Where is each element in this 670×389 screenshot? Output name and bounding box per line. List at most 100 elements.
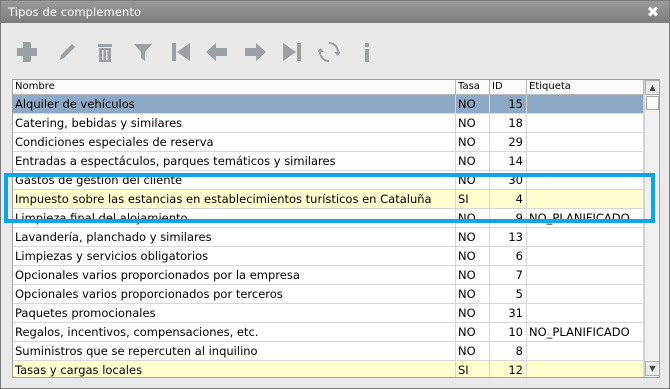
cell-id: 12 — [490, 361, 527, 377]
edit-button[interactable] — [54, 37, 80, 67]
table-row[interactable]: Entradas a espectáculos, parques temátic… — [13, 152, 644, 171]
cell-etiqueta — [527, 190, 644, 209]
table-row[interactable]: Limpiezas y servicios obligatorios NO 6 — [13, 247, 644, 266]
info-button[interactable] — [354, 37, 380, 67]
tipos-de-complemento-window: Tipos de complemento ✖ Nombre Tasa ID Et… — [0, 0, 670, 389]
cell-tasa: SI — [456, 361, 490, 377]
column-header-tasa[interactable]: Tasa — [456, 80, 490, 95]
table-row[interactable]: Impuesto sobre las estancias en establec… — [13, 190, 644, 209]
table-row[interactable]: Condiciones especiales de reserva NO 29 — [13, 133, 644, 152]
cell-id: 18 — [490, 114, 527, 133]
cell-nombre: Paquetes promocionales — [13, 304, 456, 323]
scrollbar-thumb[interactable] — [646, 96, 659, 110]
cell-etiqueta: NO_PLANIFICADO — [527, 323, 644, 342]
first-record-button[interactable] — [168, 37, 194, 67]
column-header-etiqueta[interactable]: Etiqueta — [527, 80, 644, 95]
cell-etiqueta — [527, 171, 644, 190]
cell-tasa: NO — [456, 342, 490, 361]
table-row[interactable]: Catering, bebidas y similares NO 18 — [13, 114, 644, 133]
cell-tasa: NO — [456, 266, 490, 285]
complement-types-grid: Nombre Tasa ID Etiqueta Alquiler de vehí… — [12, 79, 660, 378]
title-bar: Tipos de complemento ✖ — [1, 1, 669, 23]
cell-nombre: Suministros que se repercuten al inquili… — [13, 342, 456, 361]
cell-tasa: NO — [456, 152, 490, 171]
cell-etiqueta — [527, 361, 644, 377]
cell-etiqueta — [527, 114, 644, 133]
table-row[interactable]: Regalos, incentivos, compensaciones, etc… — [13, 323, 644, 342]
table-row[interactable]: Alquiler de vehículos NO 15 — [13, 95, 644, 114]
cell-nombre: Tasas y cargas locales — [13, 361, 456, 377]
cell-tasa: NO — [456, 209, 490, 228]
cell-id: 8 — [490, 342, 527, 361]
cell-nombre: Impuesto sobre las estancias en establec… — [13, 190, 456, 209]
cell-tasa: NO — [456, 323, 490, 342]
table-row[interactable]: Opcionales varios proporcionados por la … — [13, 266, 644, 285]
cell-nombre: Limpiezas y servicios obligatorios — [13, 247, 456, 266]
cell-id: 14 — [490, 152, 527, 171]
close-icon[interactable]: ✖ — [645, 4, 661, 20]
add-button[interactable] — [14, 37, 40, 67]
last-record-button[interactable] — [279, 37, 305, 67]
table-row[interactable]: Lavandería, planchado y similares NO 13 — [13, 228, 644, 247]
table-row[interactable]: Limpieza final del alojamiento NO 9 NO_PLAN… — [13, 209, 644, 228]
cell-etiqueta — [527, 133, 644, 152]
vertical-scrollbar[interactable]: ▲ ▼ — [644, 80, 659, 377]
cell-tasa: NO — [456, 228, 490, 247]
cell-nombre: Gastos de gestión del cliente — [13, 171, 456, 190]
table-row[interactable]: Tasas y cargas locales SI 12 — [13, 361, 644, 377]
cell-nombre: Opcionales varios proporcionados por la … — [13, 266, 456, 285]
cell-tasa: NO — [456, 304, 490, 323]
previous-record-button[interactable] — [204, 37, 230, 67]
cell-id: 30 — [490, 171, 527, 190]
refresh-icon — [318, 42, 340, 62]
cell-nombre: Condiciones especiales de reserva — [13, 133, 456, 152]
cell-nombre: Alquiler de vehículos — [13, 95, 456, 114]
previous-record-icon — [206, 43, 227, 61]
cell-etiqueta — [527, 95, 644, 114]
cell-tasa: SI — [456, 190, 490, 209]
cell-id: 4 — [490, 190, 527, 209]
cell-etiqueta — [527, 304, 644, 323]
cell-nombre: Catering, bebidas y similares — [13, 114, 456, 133]
last-record-icon — [283, 43, 301, 61]
cell-nombre: Lavandería, planchado y similares — [13, 228, 456, 247]
scroll-up-icon[interactable]: ▲ — [645, 80, 659, 95]
cell-id: 10 — [490, 323, 527, 342]
cell-etiqueta — [527, 266, 644, 285]
cell-id: 6 — [490, 247, 527, 266]
cell-nombre: Opcionales varios proporcionados por ter… — [13, 285, 456, 304]
edit-icon — [60, 44, 75, 60]
column-header-id[interactable]: ID — [490, 80, 527, 95]
delete-icon — [98, 44, 112, 62]
column-header-nombre[interactable]: Nombre — [13, 80, 456, 95]
toolbar — [14, 37, 414, 67]
cell-etiqueta — [527, 342, 644, 361]
table-row[interactable]: Suministros que se repercuten al inquili… — [13, 342, 644, 361]
table-row[interactable]: Gastos de gestión del cliente NO 30 — [13, 171, 644, 190]
cell-tasa: NO — [456, 114, 490, 133]
cell-etiqueta: NO_PLANIFICADO — [527, 209, 644, 228]
cell-nombre: Entradas a espectáculos, parques temátic… — [13, 152, 456, 171]
refresh-button[interactable] — [316, 37, 342, 67]
add-icon — [17, 42, 37, 62]
cell-tasa: NO — [456, 247, 490, 266]
info-icon — [365, 43, 369, 62]
cell-id: 13 — [490, 228, 527, 247]
cell-id: 7 — [490, 266, 527, 285]
filter-icon — [134, 44, 152, 61]
scroll-down-icon[interactable]: ▼ — [645, 361, 659, 376]
delete-button[interactable] — [92, 37, 118, 67]
next-record-button[interactable] — [242, 37, 268, 67]
cell-etiqueta — [527, 152, 644, 171]
table-row[interactable]: Opcionales varios proporcionados por ter… — [13, 285, 644, 304]
next-record-icon — [245, 43, 266, 61]
cell-tasa: NO — [456, 133, 490, 152]
cell-tasa: NO — [456, 171, 490, 190]
cell-nombre: Regalos, incentivos, compensaciones, etc… — [13, 323, 456, 342]
window-title: Tipos de complemento — [8, 5, 142, 19]
table-row[interactable]: Paquetes promocionales NO 31 — [13, 304, 644, 323]
cell-etiqueta — [527, 228, 644, 247]
cell-id: 31 — [490, 304, 527, 323]
filter-button[interactable] — [130, 37, 156, 67]
cell-id: 9 — [490, 209, 527, 228]
